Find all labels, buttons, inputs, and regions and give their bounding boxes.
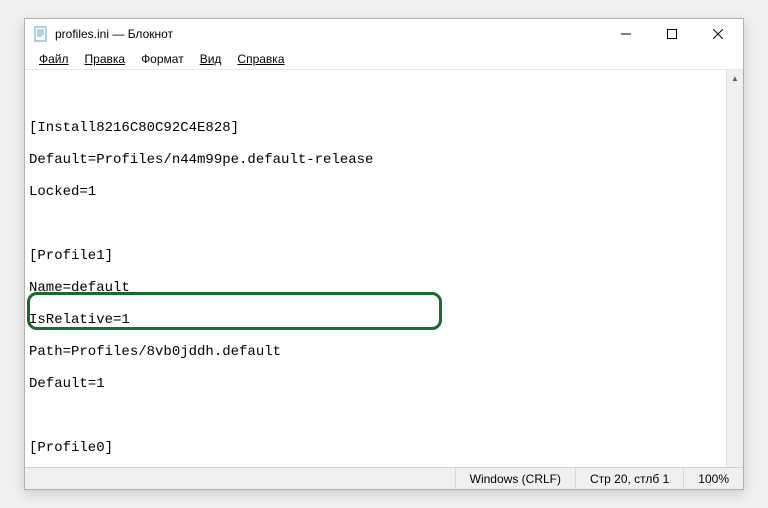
window-title: profiles.ini — Блокнот [55,27,603,41]
line: Name=default [29,280,739,296]
text-editor[interactable]: [Install8216C80C92C4E828] Default=Profil… [25,69,743,467]
close-button[interactable] [695,19,741,49]
window-controls [603,19,741,49]
line [29,408,739,424]
menu-file[interactable]: Файл [31,51,77,67]
line: [Profile1] [29,248,739,264]
line: Locked=1 [29,184,739,200]
line: Default=Profiles/n44m99pe.default-releas… [29,152,739,168]
menu-format[interactable]: Формат [133,51,192,67]
notepad-window: profiles.ini — Блокнот Файл Правка Форма… [24,18,744,490]
line: Default=1 [29,376,739,392]
titlebar[interactable]: profiles.ini — Блокнот [25,19,743,49]
line: [Profile0] [29,440,739,456]
menu-view[interactable]: Вид [192,51,230,67]
maximize-button[interactable] [649,19,695,49]
status-zoom: 100% [683,468,743,489]
scroll-up-icon[interactable]: ▲ [727,70,743,87]
notepad-icon [33,26,49,42]
menubar: Файл Правка Формат Вид Справка [25,49,743,69]
minimize-button[interactable] [603,19,649,49]
line [29,216,739,232]
line: IsRelative=1 [29,312,739,328]
menu-help[interactable]: Справка [229,51,292,67]
line: [Install8216C80C92C4E828] [29,120,739,136]
status-encoding: Windows (CRLF) [455,468,575,489]
vertical-scrollbar[interactable]: ▲ [726,70,743,467]
menu-edit[interactable]: Правка [77,51,134,67]
status-position: Стр 20, стлб 1 [575,468,683,489]
line: Path=Profiles/8vb0jddh.default [29,344,739,360]
statusbar: Windows (CRLF) Стр 20, стлб 1 100% [25,467,743,489]
